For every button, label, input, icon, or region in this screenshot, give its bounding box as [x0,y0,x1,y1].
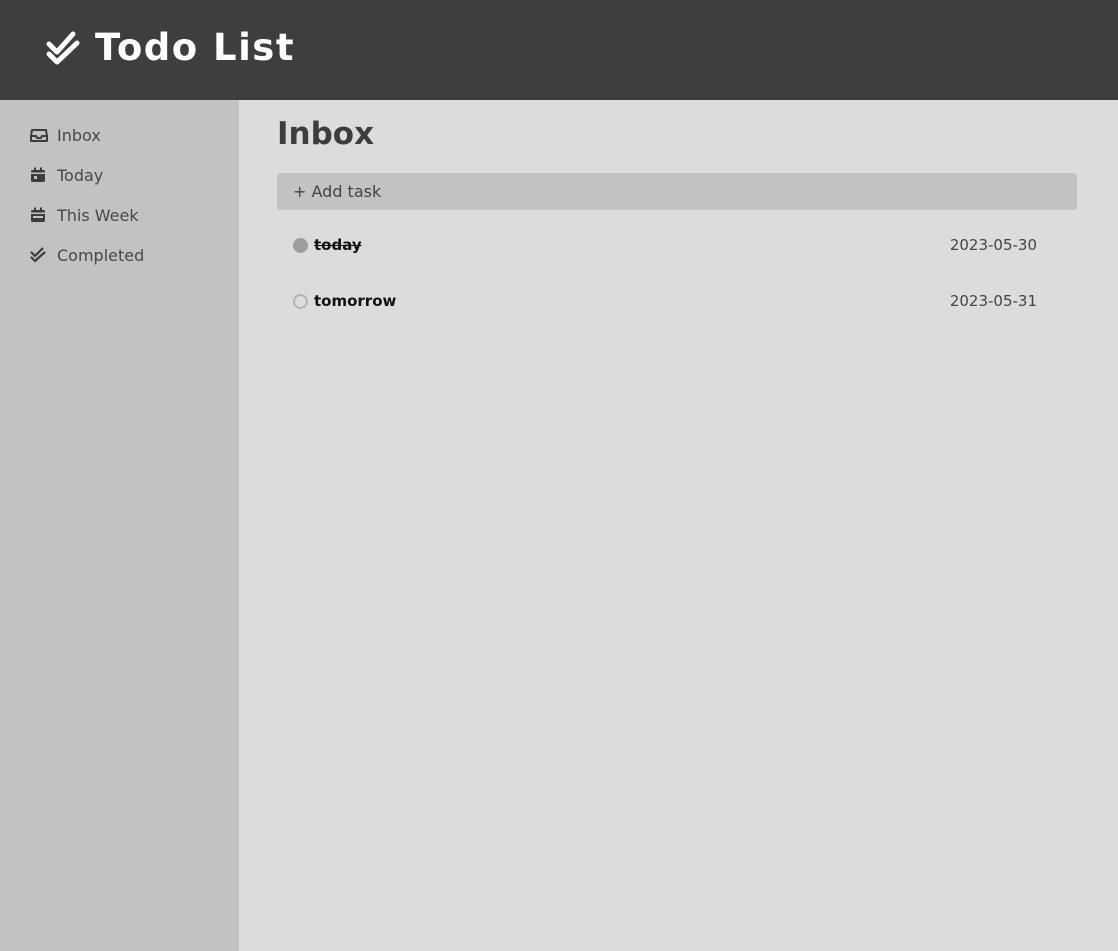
sidebar-item-label: Inbox [57,125,101,145]
sidebar-item-label: This Week [57,205,139,225]
calendar-day-icon [30,167,46,183]
sidebar-item-completed[interactable]: Completed [30,243,144,267]
task-checkbox[interactable] [293,293,308,309]
add-task-button[interactable]: + Add task [277,173,1077,210]
inbox-icon [30,127,48,143]
double-check-icon [46,31,80,65]
sidebar-item-inbox[interactable]: Inbox [30,123,101,147]
sidebar-item-today[interactable]: Today [30,163,103,187]
double-check-icon [30,247,46,263]
task-name[interactable]: tomorrow [314,292,396,310]
app-title: Todo List [95,26,295,69]
sidebar-item-label: Completed [57,245,145,265]
task-date: 2023-05-30 [949,236,1037,254]
task-date: 2023-05-31 [949,292,1037,310]
sidebar-item-this-week[interactable]: This Week [30,203,139,227]
sidebar: Inbox Today This Week Completed [0,100,239,951]
task-checkbox[interactable] [293,237,308,253]
task-name[interactable]: today [314,236,362,254]
calendar-week-icon [30,207,46,223]
main-panel: Inbox + Add task today 2023-05-30 tomorr… [239,100,1118,951]
page-title: Inbox [277,116,375,152]
app-header: Todo List [0,0,1118,100]
task-row: today 2023-05-30 [293,233,1037,257]
add-task-label: + Add task [293,182,382,201]
task-row: tomorrow 2023-05-31 [293,289,1037,313]
sidebar-item-label: Today [57,165,104,185]
